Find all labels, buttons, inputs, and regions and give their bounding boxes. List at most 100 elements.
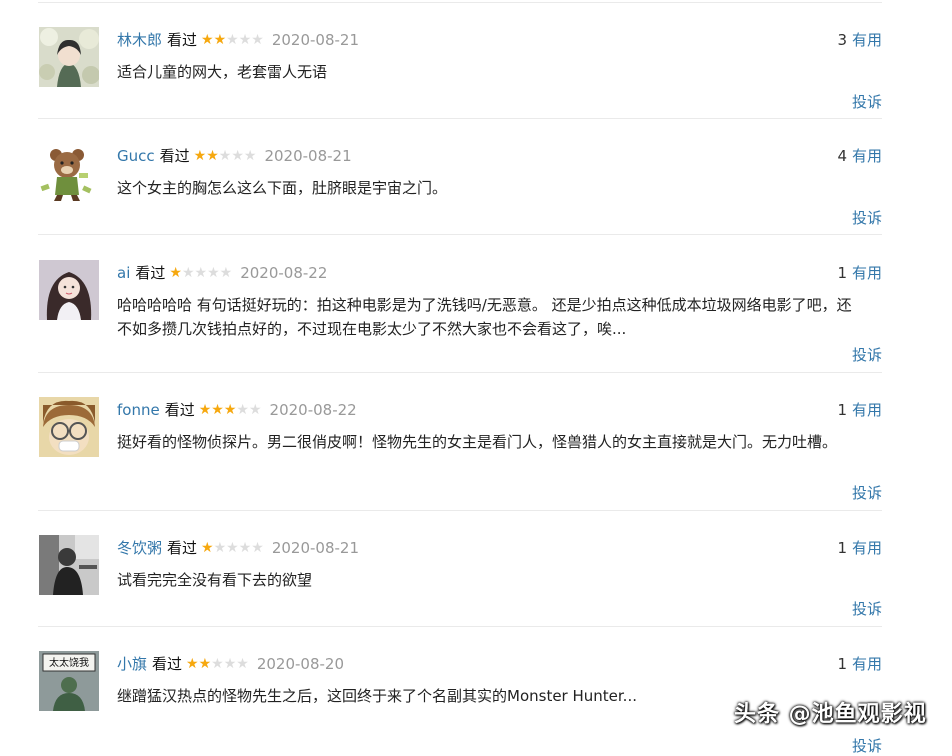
watch-status: 看过 <box>167 539 198 557</box>
useful-count: 1 <box>837 264 847 282</box>
useful-vote: 4 有用 <box>837 145 882 167</box>
star-empty-icon: ★ <box>207 265 220 281</box>
star-filled-icon: ★ <box>193 148 207 164</box>
avatar-sign-text: 太太饶我 <box>49 656 89 669</box>
rating-stars: ★ ★ ★ ★ ★ <box>201 33 264 47</box>
star-empty-icon: ★ <box>194 265 208 281</box>
comment-meta: 小旗 看过 ★ ★ ★ ★ ★ 2020-08-20 <box>117 653 344 675</box>
star-empty-icon: ★ <box>243 148 257 164</box>
watch-status: 看过 <box>135 264 166 282</box>
rating-stars: ★ ★ ★ ★ ★ <box>199 403 262 417</box>
star-filled-icon: ★ <box>213 32 227 48</box>
star-empty-icon: ★ <box>218 148 232 164</box>
watch-status: 看过 <box>167 31 198 49</box>
star-empty-icon: ★ <box>231 148 244 164</box>
comment-meta: Gucc 看过 ★ ★ ★ ★ ★ 2020-08-21 <box>117 145 352 167</box>
comment-divider <box>38 626 882 627</box>
username-link[interactable]: 小旗 <box>117 653 147 675</box>
comment-meta: 冬饮粥 看过 ★ ★ ★ ★ ★ 2020-08-21 <box>117 537 359 559</box>
comment-divider <box>38 510 882 511</box>
star-filled-icon: ★ <box>201 32 214 48</box>
star-empty-icon: ★ <box>236 402 249 418</box>
useful-button[interactable]: 有用 <box>852 264 882 282</box>
comment-text: 适合儿童的网大，老套雷人无语 <box>117 63 328 81</box>
comment-divider <box>38 372 882 373</box>
report-link[interactable]: 投诉 <box>852 483 882 503</box>
star-filled-icon: ★ <box>206 148 219 164</box>
useful-count: 1 <box>837 539 847 557</box>
star-filled-icon: ★ <box>211 402 224 418</box>
useful-vote: 1 有用 <box>837 537 882 559</box>
star-empty-icon: ★ <box>248 402 262 418</box>
rating-stars: ★ ★ ★ ★ ★ <box>186 657 249 671</box>
useful-vote: 1 有用 <box>837 653 882 675</box>
star-filled-icon: ★ <box>198 656 212 672</box>
watermark: 头条 @池鱼观影视 <box>734 702 927 727</box>
useful-button[interactable]: 有用 <box>852 31 882 49</box>
report-link[interactable]: 投诉 <box>852 345 882 365</box>
avatar[interactable] <box>39 260 99 320</box>
username-link[interactable]: 冬饮粥 <box>117 537 162 559</box>
watch-status: 看过 <box>152 655 183 673</box>
avatar[interactable]: 太太饶我 <box>39 651 99 711</box>
comment-date: 2020-08-21 <box>264 147 352 165</box>
star-empty-icon: ★ <box>223 656 237 672</box>
star-empty-icon: ★ <box>251 540 264 556</box>
report-link[interactable]: 投诉 <box>852 208 882 228</box>
star-empty-icon: ★ <box>236 656 249 672</box>
star-empty-icon: ★ <box>211 656 224 672</box>
comment-meta: fonne 看过 ★ ★ ★ ★ ★ 2020-08-22 <box>117 399 357 421</box>
comment-text: 挺好看的怪物侦探片。男二很俏皮啊！怪物先生的女主是看门人，怪兽猎人的女主直接就是… <box>117 433 838 451</box>
useful-button[interactable]: 有用 <box>852 147 882 165</box>
comment-date: 2020-08-22 <box>269 401 357 419</box>
username-link[interactable]: 林木郎 <box>117 29 162 51</box>
star-filled-icon: ★ <box>186 656 199 672</box>
comment-divider <box>38 118 882 119</box>
top-divider <box>38 2 882 3</box>
rating-stars: ★ ★ ★ ★ ★ <box>169 266 232 280</box>
useful-button[interactable]: 有用 <box>852 539 882 557</box>
avatar[interactable] <box>39 27 99 87</box>
comment-date: 2020-08-21 <box>271 539 360 557</box>
useful-vote: 1 有用 <box>837 399 882 421</box>
comment-date: 2020-08-21 <box>271 31 360 49</box>
useful-count: 1 <box>837 401 847 419</box>
comment-meta: ai 看过 ★ ★ ★ ★ ★ 2020-08-22 <box>117 262 327 284</box>
star-empty-icon: ★ <box>226 540 239 556</box>
comment-text: 这个女主的胸怎么这么下面，肚脐眼是宇宙之门。 <box>117 179 448 197</box>
useful-vote: 1 有用 <box>837 262 882 284</box>
comment-meta: 林木郎 看过 ★ ★ ★ ★ ★ 2020-08-21 <box>117 29 359 51</box>
useful-button[interactable]: 有用 <box>852 655 882 673</box>
star-empty-icon: ★ <box>251 32 264 48</box>
report-link[interactable]: 投诉 <box>852 92 882 112</box>
useful-vote: 3 有用 <box>837 29 882 51</box>
comment-text: 哈哈哈哈哈 有句话挺好玩的：拍这种电影是为了洗钱吗/无恶意。 还是少拍点这种低成… <box>117 296 852 338</box>
comment-text: 试看完完全没有看下去的欲望 <box>117 571 313 589</box>
report-link[interactable]: 投诉 <box>852 599 882 619</box>
watch-status: 看过 <box>164 401 195 419</box>
star-filled-icon: ★ <box>198 402 212 418</box>
avatar[interactable] <box>39 143 99 203</box>
useful-button[interactable]: 有用 <box>852 401 882 419</box>
useful-count: 3 <box>837 31 847 49</box>
comment-date: 2020-08-22 <box>240 264 328 282</box>
useful-count: 1 <box>837 655 847 673</box>
username-link[interactable]: fonne <box>117 399 160 421</box>
star-filled-icon: ★ <box>223 402 237 418</box>
username-link[interactable]: ai <box>117 262 130 284</box>
report-link[interactable]: 投诉 <box>852 736 882 756</box>
star-empty-icon: ★ <box>181 265 195 281</box>
star-empty-icon: ★ <box>213 540 227 556</box>
star-filled-icon: ★ <box>169 265 182 281</box>
rating-stars: ★ ★ ★ ★ ★ <box>194 149 257 163</box>
watch-status: 看过 <box>159 147 190 165</box>
star-filled-icon: ★ <box>201 540 214 556</box>
useful-count: 4 <box>837 147 847 165</box>
username-link[interactable]: Gucc <box>117 145 155 167</box>
avatar[interactable] <box>39 397 99 457</box>
avatar[interactable] <box>39 535 99 595</box>
comment-date: 2020-08-20 <box>256 655 345 673</box>
star-empty-icon: ★ <box>238 32 252 48</box>
star-empty-icon: ★ <box>226 32 239 48</box>
star-empty-icon: ★ <box>219 265 233 281</box>
